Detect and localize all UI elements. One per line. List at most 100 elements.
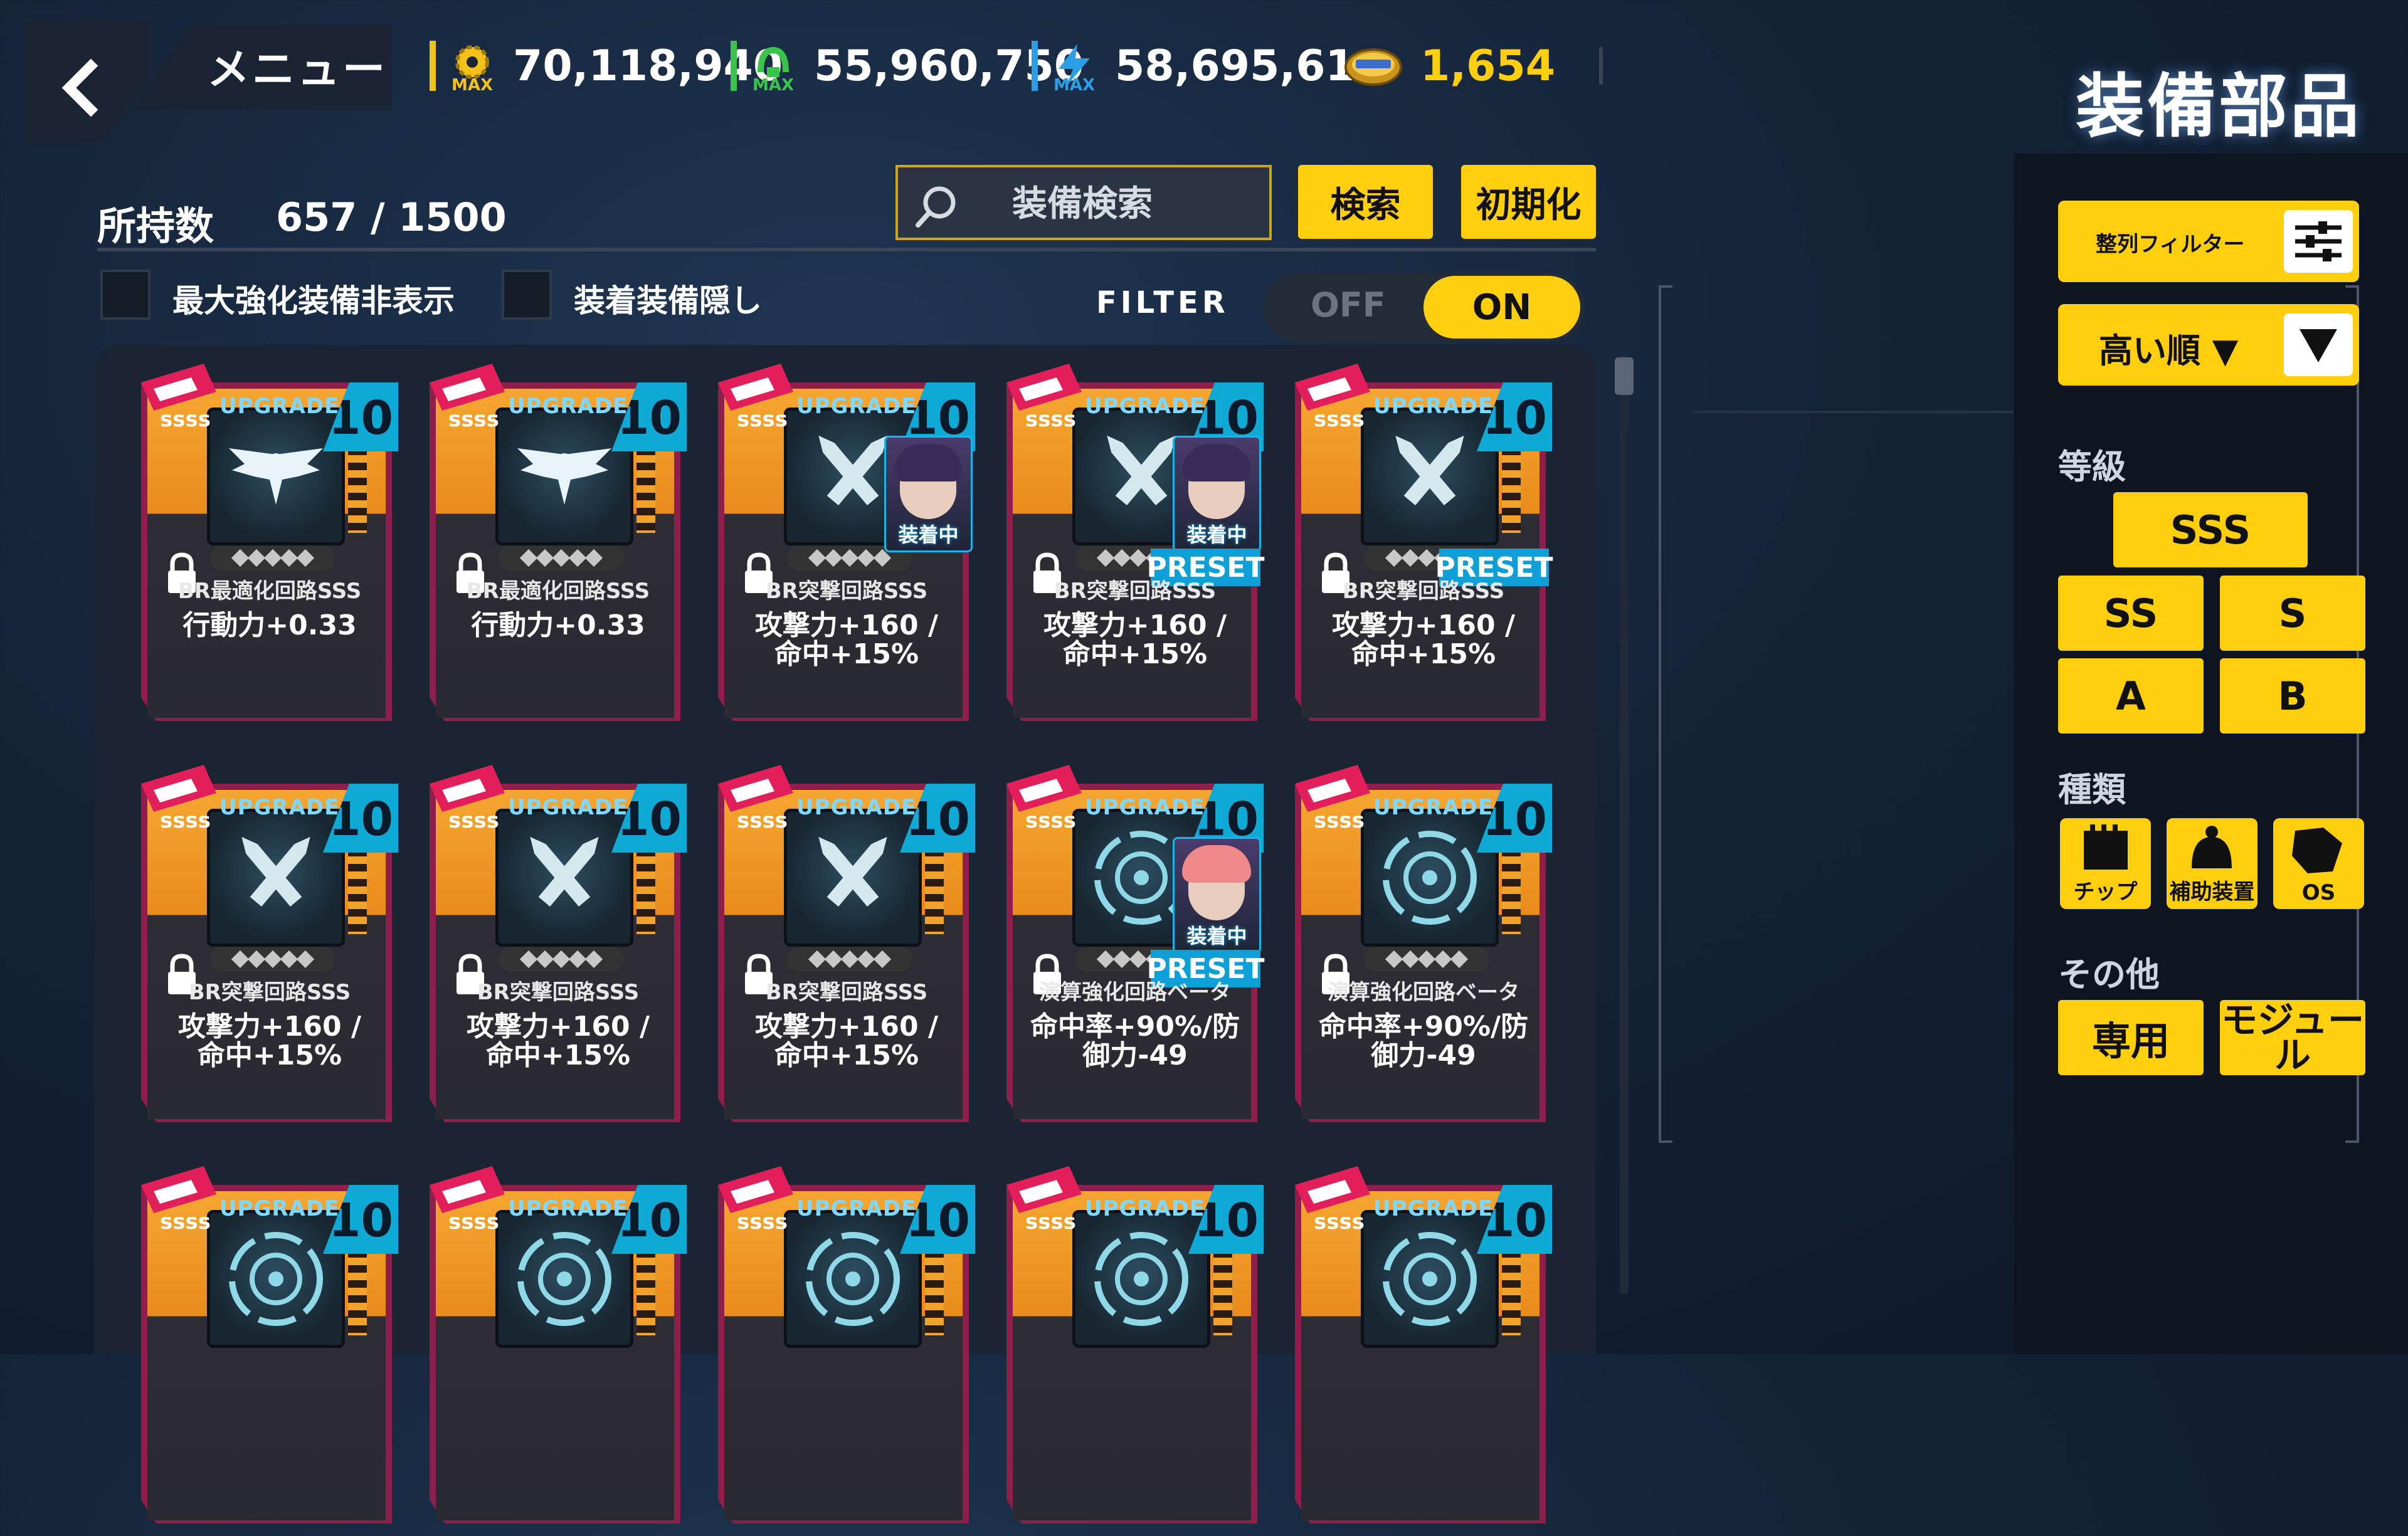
upgrade-badge-icon: ssss xyxy=(141,765,216,833)
svg-text:ssss: ssss xyxy=(1314,1209,1365,1234)
stat-line-1: 命中率+90%/防御力-49 xyxy=(1030,1011,1240,1071)
grade-b-button[interactable]: B xyxy=(2220,658,2365,734)
upgrade-badge-icon: ssss xyxy=(718,1166,793,1234)
equipment-card[interactable]: ssss UPGRADE 10 BR最適化回路SSS 行動力+0.33 xyxy=(423,357,687,734)
svg-text:ssss: ssss xyxy=(1025,407,1076,432)
sort-order-dropdown[interactable]: 高い順 ▼ xyxy=(2058,304,2359,386)
equipment-card[interactable]: ssss UPGRADE 10 装着中 PRESET 演算強化回路ベータ 命中率+90%/防… xyxy=(1000,759,1264,1135)
equipment-card[interactable]: ssss UPGRADE 10 装着中 BR突撃回路SSS 攻撃力+160 /命中+15% xyxy=(712,357,975,734)
svg-text:ssss: ssss xyxy=(1025,808,1076,833)
hide-equipped-checkbox[interactable] xyxy=(502,270,552,320)
equipment-card[interactable]: ssss UPGRADE 10 xyxy=(1000,1160,1264,1536)
page-title: 装備部品 xyxy=(2076,66,2362,147)
dropdown-icon xyxy=(2284,313,2353,376)
divider xyxy=(1599,47,1603,85)
equipped-label: 装着中 xyxy=(1186,523,1247,547)
module-button[interactable]: モジュール xyxy=(2220,1000,2365,1075)
hide-equipped-label: 装着装備隠し xyxy=(574,283,762,319)
grid-scrollbar[interactable] xyxy=(1620,354,1629,1295)
stat-line-2: 命中+15% xyxy=(774,1039,919,1071)
stat-line-1: 攻撃力+160 / xyxy=(1331,609,1516,641)
equipment-card[interactable]: ssss UPGRADE 10 装着中 PRESET BR突撃回路SSS 攻撃力+160 /… xyxy=(1000,357,1264,734)
grid-scroll-thumb[interactable] xyxy=(1615,357,1634,395)
search-box[interactable] xyxy=(895,165,1272,240)
type-chip-button[interactable]: チップ xyxy=(2060,818,2151,909)
stat-line-2: 命中+15% xyxy=(1062,638,1208,670)
filter-toggle-off[interactable]: OFF xyxy=(1311,285,1386,325)
upgrade-badge-icon: ssss xyxy=(1295,765,1370,833)
exclusive-button[interactable]: 専用 xyxy=(2058,1000,2204,1075)
equipment-card[interactable]: ssss UPGRADE 10 PRESET BR突撃回路SSS 攻撃力+160 /命中+… xyxy=(1289,357,1553,734)
beta-circuit-icon xyxy=(1383,831,1477,925)
stat-line-2: 命中+15% xyxy=(197,1039,342,1071)
type-chip-label: チップ xyxy=(2073,880,2138,905)
equipment-stats: 攻撃力+160 /命中+15% xyxy=(442,1013,674,1070)
equipment-stats: 行動力+0.33 xyxy=(154,611,386,640)
grade-a-button[interactable]: A xyxy=(2058,658,2204,734)
equipped-label: 装着中 xyxy=(1186,924,1247,948)
type-support-button[interactable]: 補助装置 xyxy=(2167,818,2258,909)
equipment-card[interactable]: ssss UPGRADE 10 xyxy=(1289,1160,1552,1536)
upgrade-badge-icon: ssss xyxy=(430,765,505,833)
equipment-card[interactable]: ssss UPGRADE 10 BR突撃回路SSS 攻撃力+160 /命中+15% xyxy=(712,759,975,1135)
equipped-character-avatar: 装着中 xyxy=(1173,436,1261,552)
equipment-name: BR突撃回路SSS xyxy=(765,579,928,604)
grade-sss-button[interactable]: SSS xyxy=(2113,492,2308,567)
resource-green: MAX 55,960,750 xyxy=(731,34,1084,97)
equipment-stats: 攻撃力+160 /命中+15% xyxy=(154,1013,386,1070)
stat-line-1: 攻撃力+160 / xyxy=(754,609,939,641)
upgrade-badge-icon: ssss xyxy=(141,1166,216,1234)
stat-line-2: 命中+15% xyxy=(774,638,919,670)
blue-max-icon: MAX xyxy=(1049,41,1099,95)
svg-text:ssss: ssss xyxy=(448,808,499,833)
back-button[interactable] xyxy=(25,19,150,144)
equipment-card[interactable]: ssss UPGRADE 10 BR最適化回路SSS 行動力+0.33 xyxy=(135,357,398,734)
grade-title: 等級 xyxy=(2058,447,2126,487)
reset-button[interactable]: 初期化 xyxy=(1461,165,1596,239)
svg-text:ssss: ssss xyxy=(1314,407,1365,432)
card-art xyxy=(495,408,633,545)
upgrade-badge-icon: ssss xyxy=(141,364,216,432)
hide-max-checkbox[interactable] xyxy=(100,270,150,320)
grade-s-button[interactable]: S xyxy=(2220,576,2365,651)
upgrade-label: UPGRADE xyxy=(1373,795,1494,820)
equipment-card[interactable]: ssss UPGRADE 10 xyxy=(423,1160,687,1536)
resource-coin: 1,654 xyxy=(1342,34,1555,97)
stat-line-2: 命中+15% xyxy=(485,1039,631,1071)
equipment-card[interactable]: ssss UPGRADE 10 xyxy=(135,1160,398,1536)
equipment-name: 演算強化回路ベータ xyxy=(1328,980,1519,1005)
upgrade-label: UPGRADE xyxy=(1085,795,1205,820)
card-art xyxy=(495,1210,633,1348)
search-button[interactable]: 検索 xyxy=(1298,165,1433,239)
card-art xyxy=(207,408,345,545)
equipment-card[interactable]: ssss UPGRADE 10 BR突撃回路SSS 攻撃力+160 /命中+15% xyxy=(135,759,398,1135)
grade-ss-button[interactable]: SS xyxy=(2058,576,2204,651)
equipment-card[interactable]: ssss UPGRADE 10 演算強化回路ベータ 命中率+90%/防御力-49 xyxy=(1289,759,1552,1135)
sidebar-bracket xyxy=(1659,285,1672,1143)
stat-line-1: 行動力+0.33 xyxy=(471,609,645,641)
hide-max-label: 最大強化装備非表示 xyxy=(172,283,455,319)
card-art xyxy=(495,809,633,947)
upgrade-label: UPGRADE xyxy=(796,795,917,820)
card-art xyxy=(207,1210,345,1348)
upgrade-label: UPGRADE xyxy=(1373,1196,1494,1221)
upgrade-label: UPGRADE xyxy=(1085,1196,1205,1221)
equipment-name: BR最適化回路SSS xyxy=(177,579,362,604)
sort-filter-button[interactable]: 整列フィルター xyxy=(2058,201,2359,282)
filter-toggle-on[interactable]: ON xyxy=(1423,276,1580,339)
equipment-card[interactable]: ssss UPGRADE 10 xyxy=(712,1160,975,1536)
equipment-name: BR突撃回路SSS xyxy=(477,980,640,1005)
upgrade-label: UPGRADE xyxy=(219,394,340,419)
equipment-card[interactable]: ssss UPGRADE 10 BR突撃回路SSS 攻撃力+160 /命中+15% xyxy=(423,759,687,1135)
stat-line-1: 行動力+0.33 xyxy=(182,609,357,641)
equipped-label: 装着中 xyxy=(898,523,959,547)
upgrade-label: UPGRADE xyxy=(508,795,628,820)
gear-max-icon: MAX xyxy=(447,41,497,95)
card-art xyxy=(1361,809,1499,947)
type-os-button[interactable]: OS xyxy=(2273,818,2364,909)
upgrade-badge-icon: ssss xyxy=(1295,364,1370,432)
search-input[interactable] xyxy=(1011,180,1264,228)
upgrade-label: UPGRADE xyxy=(1085,394,1205,419)
type-support-label: 補助装置 xyxy=(2169,880,2255,905)
card-art xyxy=(1361,1210,1499,1348)
